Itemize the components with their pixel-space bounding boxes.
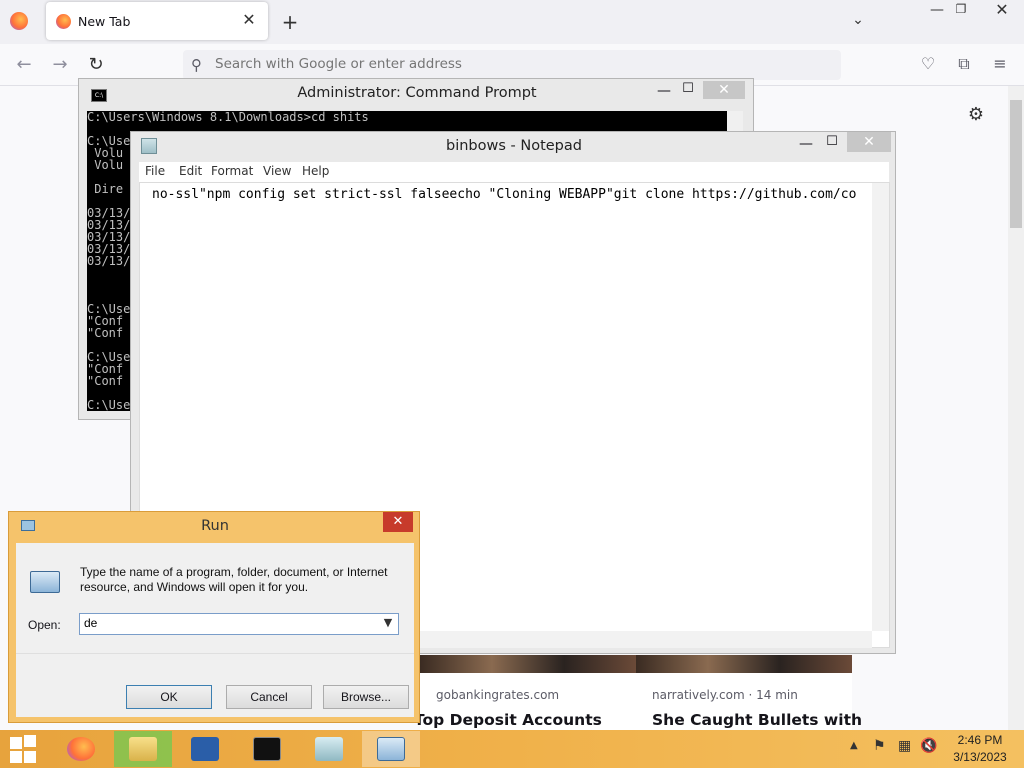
tab-title: New Tab [78, 14, 131, 29]
vertical-scrollbar[interactable] [872, 183, 889, 631]
minimize-icon[interactable]: — [797, 136, 815, 152]
story-image [636, 655, 852, 673]
clock-time[interactable]: 2:46 PM [945, 733, 1015, 747]
chevron-down-icon[interactable]: ⌄ [848, 12, 868, 32]
close-icon[interactable]: ✕ [990, 0, 1014, 20]
minimize-icon[interactable]: — [655, 83, 673, 99]
notepad-icon [315, 737, 343, 761]
menu-edit[interactable]: Edit [179, 164, 202, 178]
maximize-icon[interactable]: ☐ [679, 81, 697, 96]
powershell-icon [191, 737, 219, 761]
chevron-down-icon[interactable]: ▼ [380, 616, 396, 632]
windows-start-icon[interactable] [10, 735, 38, 763]
tab-close-icon[interactable]: ✕ [240, 11, 258, 29]
ok-button[interactable]: OK [126, 685, 212, 709]
action-center-flag-icon[interactable]: ⚑ [873, 738, 886, 754]
tray-chevron-up-icon[interactable]: ▲ [850, 740, 858, 751]
open-input[interactable] [84, 616, 374, 630]
cmd-icon [253, 737, 281, 761]
page-scrollbar[interactable] [1008, 86, 1024, 730]
taskbar-notepad[interactable] [300, 731, 358, 767]
volume-muted-icon[interactable]: 🔇 [920, 738, 937, 754]
window-title: Administrator: Command Prompt [297, 85, 537, 101]
taskbar-powershell[interactable] [176, 731, 234, 767]
menu-file[interactable]: File [145, 164, 165, 178]
maximize-icon[interactable]: ☐ [823, 134, 841, 149]
menu-bar: File Edit Format View Help [139, 162, 889, 182]
run-program-icon [30, 571, 60, 593]
cancel-button[interactable]: Cancel [226, 685, 312, 709]
firefox-icon [67, 737, 95, 761]
folder-icon [129, 737, 157, 761]
minimize-icon[interactable]: — [928, 2, 946, 20]
firefox-icon[interactable] [10, 12, 28, 30]
open-label: Open: [28, 618, 61, 632]
forward-arrow-icon[interactable]: → [47, 52, 73, 78]
taskbar: ▲ ⚑ ▦ 🔇 2:46 PM 3/13/2023 [0, 730, 1024, 768]
url-input[interactable] [215, 56, 815, 72]
run-description: Type the name of a program, folder, docu… [80, 565, 388, 594]
extensions-icon[interactable]: ⧉ [953, 54, 975, 76]
story-title: Top Deposit Accounts [414, 711, 602, 729]
story-source: gobankingrates.com [436, 688, 560, 702]
gear-icon[interactable]: ⚙ [965, 104, 987, 126]
firefox-icon [56, 14, 71, 29]
pocket-icon[interactable]: ♡ [917, 54, 939, 76]
menu-icon[interactable]: ≡ [989, 54, 1011, 76]
new-tab-button[interactable]: + [280, 10, 300, 34]
scroll-thumb[interactable] [1010, 100, 1022, 228]
close-icon[interactable]: ✕ [847, 132, 891, 152]
story-card[interactable]: narratively.com · 14 min She Caught Bull… [636, 655, 862, 730]
clock-date[interactable]: 3/13/2023 [945, 750, 1015, 764]
story-image [420, 655, 636, 673]
menu-help[interactable]: Help [302, 164, 329, 178]
taskbar-file-explorer[interactable] [114, 731, 172, 767]
reload-icon[interactable]: ↻ [83, 52, 109, 78]
open-combobox[interactable]: ▼ [79, 613, 399, 635]
window-title: binbows - Notepad [446, 138, 582, 154]
restore-icon[interactable]: ❐ [952, 2, 970, 20]
taskbar-run[interactable] [362, 731, 420, 767]
dialog-footer: OK Cancel Browse... [16, 653, 414, 717]
editor-text: no-ssl"npm config set strict-ssl falseec… [152, 187, 857, 202]
tab-new-tab[interactable]: New Tab ✕ [46, 2, 268, 40]
menu-format[interactable]: Format [211, 164, 253, 178]
tab-strip: New Tab ✕ + ⌄ — ❐ ✕ [0, 0, 1024, 44]
console-line: C:\Users\Windows 8.1\Downloads>cd shits [87, 111, 369, 124]
run-icon [377, 737, 405, 761]
back-arrow-icon[interactable]: ← [11, 52, 37, 78]
menu-view[interactable]: View [263, 164, 291, 178]
dialog-body: Type the name of a program, folder, docu… [16, 543, 414, 717]
taskbar-command-prompt[interactable] [238, 731, 296, 767]
search-icon: ⚲ [191, 56, 202, 74]
dialog-title: Run [201, 518, 229, 534]
run-dialog[interactable]: Run ✕ Type the name of a program, folder… [8, 511, 420, 723]
story-title: She Caught Bullets with [652, 711, 863, 729]
close-icon[interactable]: ✕ [703, 81, 745, 99]
url-bar[interactable]: ⚲ [183, 50, 841, 80]
story-card[interactable]: gobankingrates.com Top Deposit Accounts [414, 655, 636, 730]
close-icon[interactable]: ✕ [383, 512, 413, 532]
story-source: narratively.com · 14 min [652, 688, 798, 702]
taskbar-firefox[interactable] [52, 731, 110, 767]
network-icon[interactable]: ▦ [898, 738, 911, 754]
browse-button[interactable]: Browse... [323, 685, 409, 709]
